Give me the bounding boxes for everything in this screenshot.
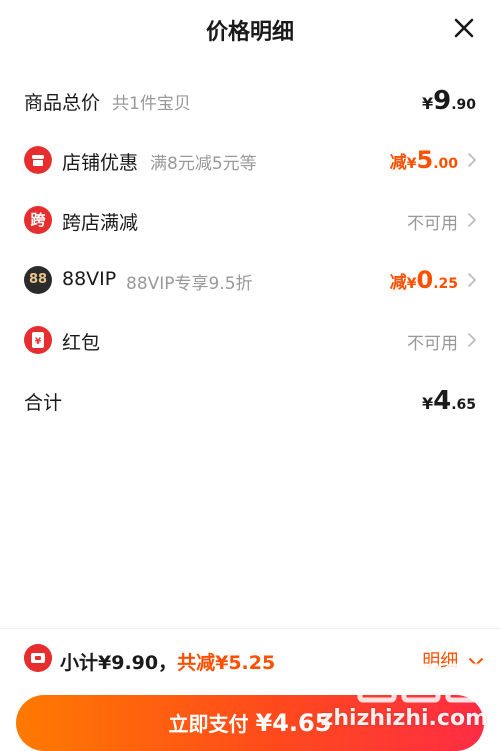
shop-discount-rule: 满8元减5元等 (150, 154, 257, 174)
shop-discount-label: 店铺优惠 (62, 152, 139, 174)
chevron-right-icon (468, 213, 476, 227)
chevron-right-icon (468, 153, 476, 167)
pay-button-text: 立即支付 ¥4.65 (168, 709, 332, 737)
sum-label: 合计 (24, 392, 63, 414)
watermark-text: zhizhizhi.com (320, 706, 488, 731)
close-icon[interactable] (450, 14, 478, 42)
row-red-packet[interactable]: ¥ 红包 不可用 (0, 320, 500, 360)
sheet-header: 价格明细 (0, 0, 500, 60)
row-88vip[interactable]: 88 88VIP 88VIP专享9.5折 减¥0.25 (0, 260, 500, 300)
page-title: 价格明细 (205, 20, 294, 45)
red-packet-status: 不可用 (407, 334, 458, 354)
item-total-price: ¥9.90 (421, 86, 476, 116)
coupon-icon (24, 644, 52, 672)
total-saved-label: 共减¥5.25 (177, 652, 276, 674)
subtotal-label: 小计¥9.90， (60, 652, 178, 674)
cross-store-status: 不可用 (407, 214, 458, 234)
red-packet-icon: ¥ (24, 326, 52, 354)
row-sum: 合计 ¥4.65 (0, 380, 500, 420)
shop-discount-amount: 减¥5.00 (389, 146, 458, 174)
cross-store-icon: 跨 (24, 206, 52, 234)
vip-icon: 88 (24, 266, 52, 294)
row-item-total: 商品总价 共1件宝贝 ¥9.90 (0, 80, 500, 120)
item-total-label: 商品总价 (24, 92, 101, 114)
item-count-text: 共1件宝贝 (112, 94, 191, 114)
chevron-right-icon (468, 333, 476, 347)
row-shop-discount[interactable]: 店铺优惠 满8元减5元等 减¥5.00 (0, 140, 500, 180)
red-packet-label: 红包 (62, 332, 101, 354)
vip-rule: 88VIP专享9.5折 (126, 274, 253, 294)
chevron-right-icon (468, 273, 476, 287)
row-cross-store[interactable]: 跨 跨店满减 不可用 (0, 200, 500, 240)
vip-label: 88VIP (62, 268, 117, 290)
cross-store-label: 跨店满减 (62, 212, 139, 234)
vip-discount-amount: 减¥0.25 (389, 266, 458, 294)
sum-price: ¥4.65 (421, 386, 476, 416)
shop-icon (24, 146, 52, 174)
subtotal-text: 小计¥9.90，共减¥5.25 (60, 648, 275, 675)
svg-text:¥: ¥ (35, 337, 42, 347)
red-packet-glyph: ¥ (32, 332, 44, 348)
